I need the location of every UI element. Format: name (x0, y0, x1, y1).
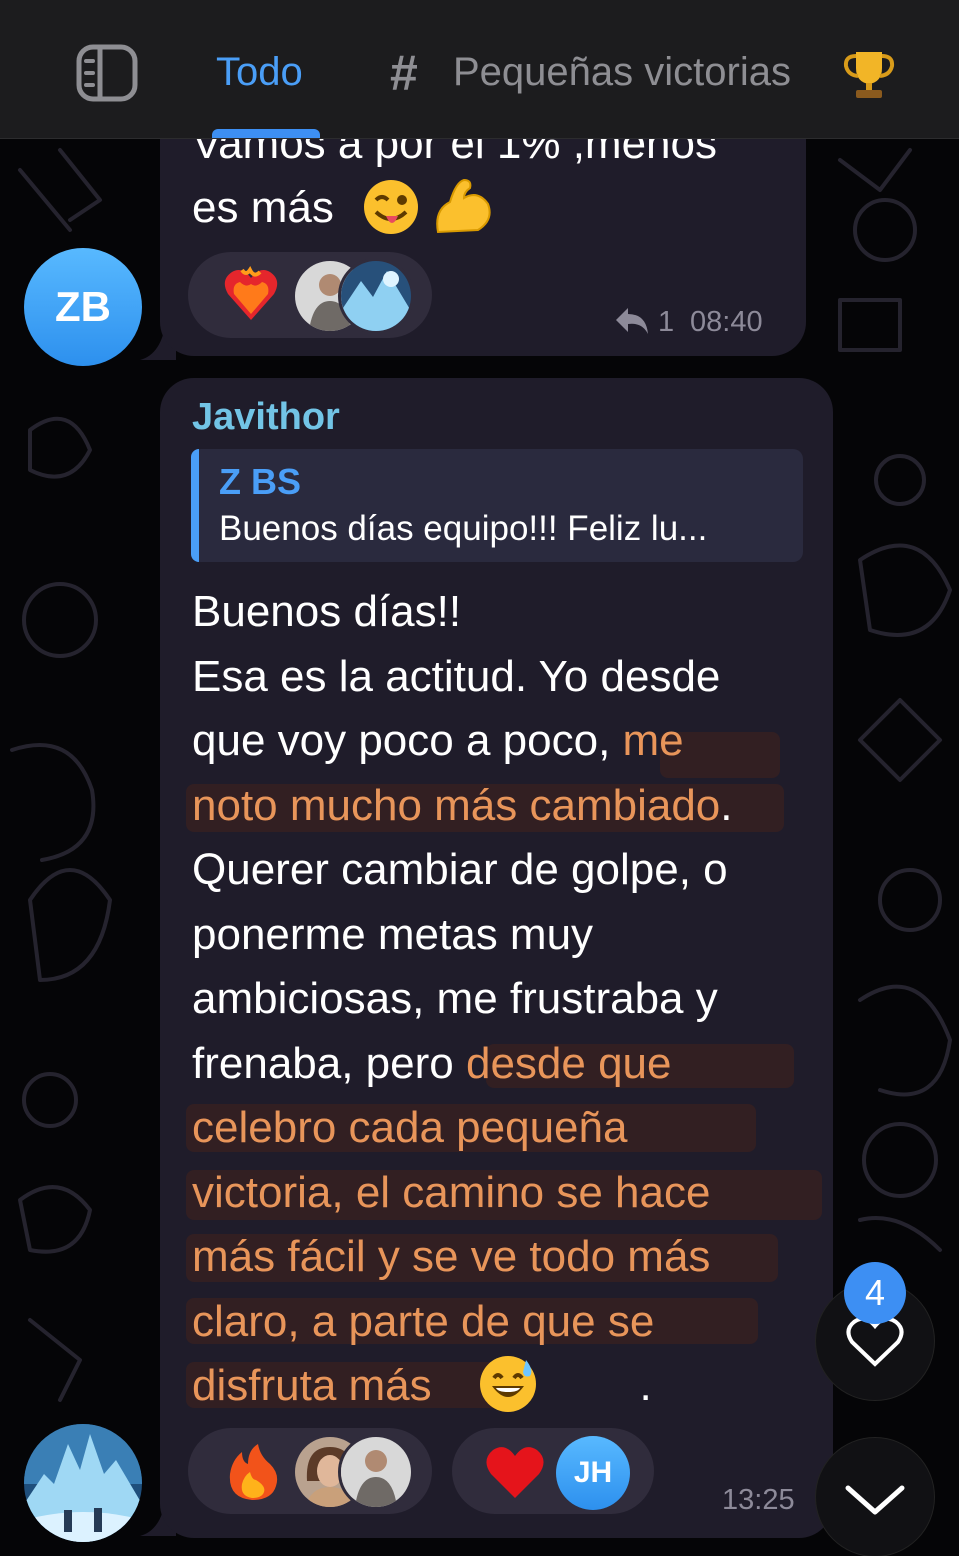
sender-name[interactable]: Javithor (192, 396, 340, 439)
reply-text: Buenos días equipo!!! Feliz lu... (219, 509, 708, 548)
message-body: Buenos días!! Esa es la actitud. Yo desd… (192, 587, 733, 1410)
tab-topic-pequenas-victorias[interactable]: Pequeñas victorias (453, 50, 791, 95)
grinning-sweat-icon (480, 1356, 536, 1412)
winking-face-tongue-icon (364, 180, 418, 234)
scroll-to-bottom-button[interactable] (816, 1438, 934, 1556)
trophy-icon (843, 52, 895, 98)
reply-arrow-icon (616, 308, 648, 334)
reply-author: Z BS (219, 461, 302, 502)
heart-on-fire-icon (224, 266, 278, 320)
message-text-line: es más (192, 183, 334, 232)
avatar[interactable]: ZB (24, 248, 142, 366)
topic-hash-icon: # (390, 45, 418, 101)
red-heart-icon (486, 1447, 544, 1498)
reply-preview[interactable]: Z BS Buenos días equipo!!! Feliz lu... (191, 449, 803, 562)
tab-all[interactable]: Todo (216, 50, 303, 95)
chat-header: Todo # Pequeñas victorias (0, 0, 959, 139)
fire-icon (229, 1444, 278, 1500)
reactor-avatar (338, 1434, 414, 1510)
unread-reactions-count: 4 (844, 1262, 906, 1324)
reply-accent-bar (191, 449, 199, 562)
chevron-down-icon (845, 1485, 905, 1515)
flexed-biceps-icon (436, 178, 491, 234)
tab-active-indicator (212, 129, 320, 138)
reactor-avatar (338, 258, 414, 334)
reactor-avatar-initials: JH (556, 1436, 630, 1510)
reply-count: 1 (658, 306, 675, 338)
sidebar-toggle-icon[interactable] (76, 44, 138, 102)
avatar[interactable] (24, 1424, 142, 1542)
message-time: 13:25 (722, 1484, 795, 1516)
message-time: 08:40 (690, 306, 763, 338)
